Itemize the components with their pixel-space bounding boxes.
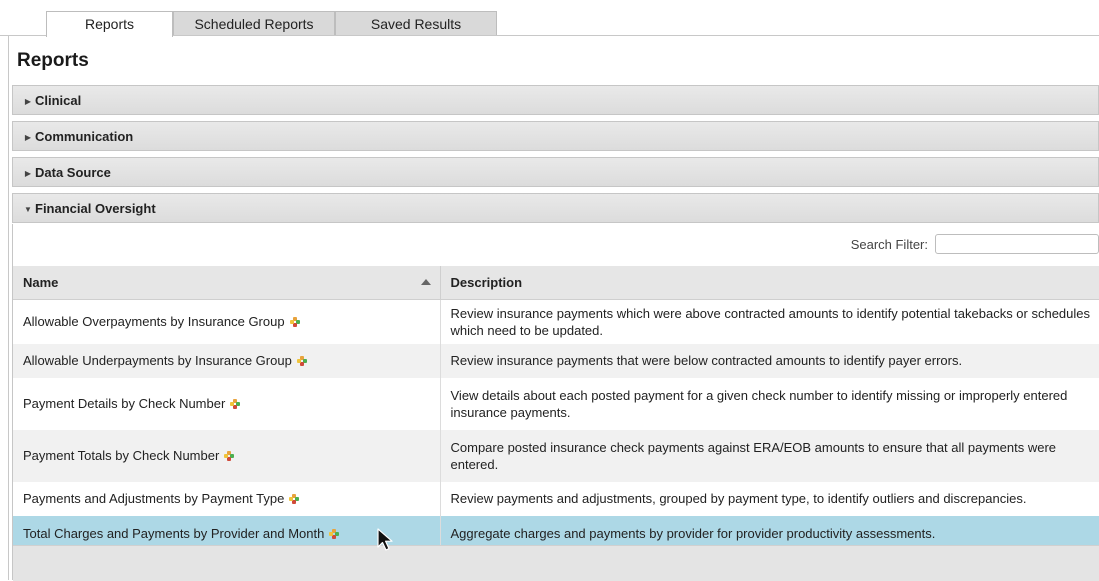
- column-header-label: Name: [23, 275, 59, 290]
- triangle-down-icon: ▼: [24, 205, 32, 214]
- section-label: Financial Oversight: [35, 201, 156, 216]
- report-name[interactable]: Payment Totals by Check Number: [23, 448, 219, 463]
- table-footer: [13, 545, 1099, 581]
- report-description: View details about each posted payment f…: [440, 377, 1099, 430]
- triangle-right-icon: ▶: [24, 97, 32, 106]
- tab-reports[interactable]: Reports: [46, 11, 173, 37]
- report-description: Review payments and adjustments, grouped…: [440, 481, 1099, 516]
- section-clinical[interactable]: ▶ Clinical: [12, 85, 1099, 115]
- sort-ascending-icon: [420, 279, 431, 285]
- add-favorite-icon[interactable]: [289, 317, 300, 328]
- add-favorite-icon[interactable]: [224, 451, 235, 461]
- section-label: Clinical: [35, 93, 82, 108]
- tab-scheduled-reports[interactable]: Scheduled Reports: [173, 11, 335, 35]
- add-favorite-icon[interactable]: [289, 494, 300, 504]
- report-description: Compare posted insurance check payments …: [440, 429, 1099, 482]
- financial-oversight-content: Search Filter: Name Description Allowabl…: [12, 224, 1099, 581]
- search-filter-label: Search Filter:: [850, 237, 928, 252]
- tab-saved-results[interactable]: Saved Results: [335, 11, 497, 35]
- section-label: Communication: [35, 129, 134, 144]
- section-communication[interactable]: ▶ Communication: [12, 121, 1099, 151]
- column-header-description[interactable]: Description: [440, 266, 1099, 300]
- section-financial-oversight[interactable]: ▼ Financial Oversight: [12, 193, 1099, 223]
- add-favorite-icon[interactable]: [230, 399, 241, 409]
- table-row[interactable]: Allowable Underpayments by Insurance Gro…: [13, 343, 1099, 378]
- table-row[interactable]: Payment Details by Check Number View det…: [13, 377, 1099, 430]
- table-row[interactable]: Allowable Overpayments by Insurance Grou…: [13, 299, 1099, 344]
- table-row[interactable]: Payment Totals by Check Number Compare p…: [13, 429, 1099, 482]
- column-header-name[interactable]: Name: [13, 266, 441, 300]
- reports-table: Name Description Allowable Overpayments …: [13, 266, 1099, 551]
- report-name[interactable]: Payment Details by Check Number: [23, 396, 225, 411]
- column-header-label: Description: [450, 275, 523, 290]
- report-name[interactable]: Allowable Underpayments by Insurance Gro…: [23, 353, 292, 368]
- add-favorite-icon[interactable]: [329, 528, 340, 539]
- search-bar: Search Filter:: [13, 224, 1099, 267]
- section-data-source[interactable]: ▶ Data Source: [12, 157, 1099, 187]
- report-name[interactable]: Total Charges and Payments by Provider a…: [23, 526, 324, 541]
- search-filter-input[interactable]: [935, 234, 1099, 254]
- triangle-right-icon: ▶: [24, 133, 32, 142]
- mouse-cursor-icon: [377, 528, 393, 551]
- table-row[interactable]: Payments and Adjustments by Payment Type…: [13, 481, 1099, 516]
- report-description: Review insurance payments that were belo…: [440, 343, 1099, 378]
- section-label: Data Source: [35, 165, 111, 180]
- report-description: Review insurance payments which were abo…: [440, 299, 1099, 344]
- report-name[interactable]: Payments and Adjustments by Payment Type: [23, 491, 284, 506]
- report-tabs: Reports Scheduled Reports Saved Results: [0, 0, 1099, 37]
- page-title: Reports: [17, 50, 89, 71]
- report-name[interactable]: Allowable Overpayments by Insurance Grou…: [23, 314, 285, 329]
- add-favorite-icon[interactable]: [296, 356, 307, 366]
- reports-panel: Reports ▶ Clinical ▶ Communication ▶ Data S…: [8, 36, 1099, 581]
- triangle-right-icon: ▶: [24, 169, 32, 178]
